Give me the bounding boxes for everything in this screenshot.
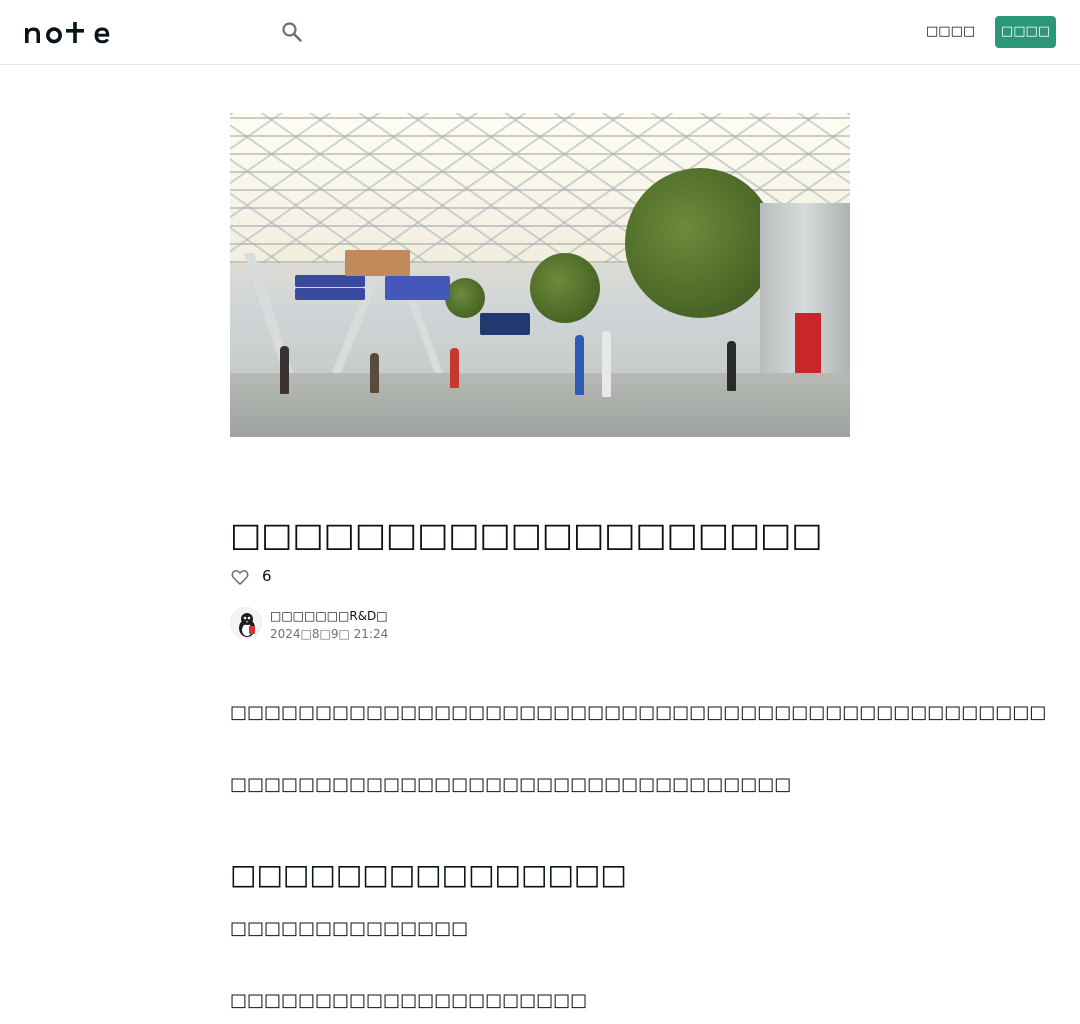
hero-person: [370, 353, 379, 393]
hero-tree: [445, 278, 485, 318]
section-heading: □□□□□□□□□□□□□□□: [230, 858, 627, 891]
hero-sign-exit: [295, 288, 365, 300]
hero-floor: [230, 373, 850, 437]
article-paragraph: □□□□□□□□□□□□□□□□□□□□□□□□□□□□□□□□□: [230, 774, 792, 795]
top-header: □□□□ □□□□: [0, 0, 1080, 65]
heart-icon[interactable]: [230, 567, 250, 587]
register-button[interactable]: □□□□: [995, 16, 1056, 48]
hero-person: [450, 348, 459, 388]
penguin-avatar-icon: [239, 613, 255, 637]
author-avatar[interactable]: [230, 607, 262, 639]
hero-tree: [530, 253, 600, 323]
hero-sign-poster: [345, 250, 410, 276]
article-paragraph: □□□□□□□□□□□□□□□□□□□□□: [230, 990, 588, 1011]
hero-person: [575, 335, 584, 395]
login-link[interactable]: □□□□: [926, 22, 975, 42]
article-paragraph: □□□□□□□□□□□□□□□□□□□□□□□□□□□□□□□□□□□□□□□□…: [230, 702, 1047, 723]
hero-person: [280, 346, 289, 394]
note-logo[interactable]: [24, 20, 124, 44]
article-paragraph: □□□□□□□□□□□□□□: [230, 918, 469, 939]
post-date: 2024□8□9□ 21:24: [270, 627, 389, 641]
hero-tree: [625, 168, 775, 318]
article-title: □□□□□□□□□□□□□□□□□□□: [230, 515, 823, 554]
hero-image-airport: [230, 113, 850, 437]
hero-person: [727, 341, 736, 391]
hero-sign-info: [385, 276, 450, 300]
hero-sign-shops: [295, 275, 365, 287]
like-count: 6: [262, 567, 272, 585]
hero-person: [602, 331, 611, 397]
author-name[interactable]: □□□□□□□R&D□: [270, 608, 388, 624]
hero-departure-board: [480, 313, 530, 335]
search-icon[interactable]: [280, 20, 304, 44]
